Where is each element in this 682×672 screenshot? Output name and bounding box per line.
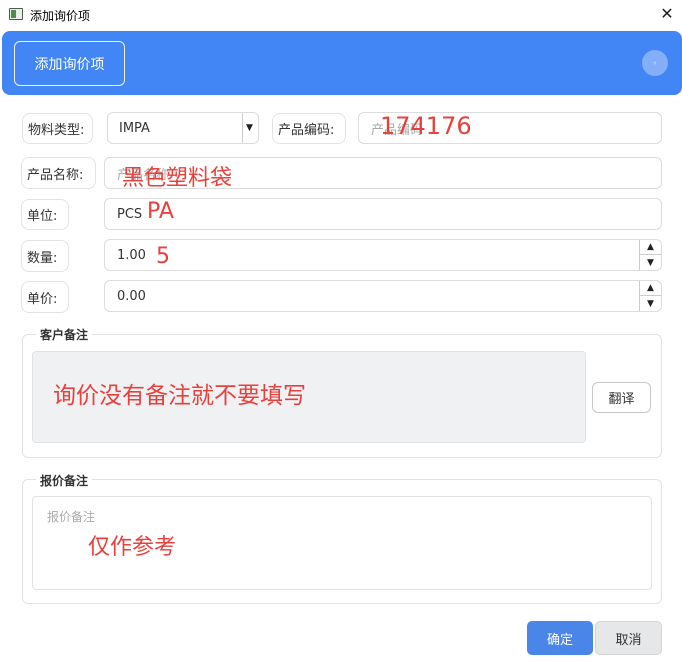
unit-value: PCS bbox=[117, 206, 143, 222]
customer-note-title: 客户备注 bbox=[36, 326, 93, 343]
ok-button[interactable]: 确定 bbox=[527, 621, 593, 655]
product-name-annotation: 黑色塑料袋 bbox=[122, 166, 233, 191]
material-type-label: 物料类型: bbox=[22, 113, 93, 144]
add-inquiry-item-button[interactable]: 添加询价项 bbox=[14, 41, 125, 86]
quantity-label: 数量: bbox=[21, 240, 69, 272]
unit-price-value: 0.00 bbox=[117, 288, 146, 304]
stepper-down-icon[interactable]: ▼ bbox=[640, 296, 661, 311]
product-code-annotation: 174176 bbox=[380, 112, 472, 140]
app-icon bbox=[9, 8, 23, 20]
unit-price-stepper-buttons: ▲ ▼ bbox=[639, 281, 661, 311]
quote-note-annotation: 仅作参考 bbox=[88, 535, 177, 560]
unit-price-label: 单价: bbox=[21, 281, 69, 313]
translate-button[interactable]: 翻译 bbox=[592, 382, 651, 413]
unit-price-stepper[interactable]: 0.00 ▲ ▼ bbox=[104, 280, 662, 312]
close-icon[interactable]: ✕ bbox=[658, 4, 676, 24]
stepper-up-icon[interactable]: ▲ bbox=[640, 240, 661, 255]
quote-note-title: 报价备注 bbox=[36, 472, 93, 489]
quantity-stepper-buttons: ▲ ▼ bbox=[639, 240, 661, 270]
window-title-bar bbox=[0, 0, 682, 30]
product-code-label: 产品编码: bbox=[272, 113, 346, 144]
status-indicator-icon[interactable]: ◦ bbox=[642, 50, 668, 76]
chevron-down-icon[interactable]: ▼ bbox=[242, 113, 256, 143]
material-type-select[interactable]: IMPA ▼ bbox=[107, 112, 259, 144]
window-title: 添加询价项 bbox=[30, 9, 91, 23]
unit-input[interactable]: PCS bbox=[104, 198, 662, 230]
unit-annotation: PA bbox=[147, 199, 174, 224]
indicator-glyph: ◦ bbox=[652, 58, 658, 68]
quote-note-placeholder: 报价备注 bbox=[47, 510, 96, 524]
cancel-button[interactable]: 取消 bbox=[595, 621, 662, 655]
quantity-stepper[interactable]: 1.00 ▲ ▼ bbox=[104, 239, 662, 271]
stepper-up-icon[interactable]: ▲ bbox=[640, 281, 661, 296]
material-type-value: IMPA bbox=[119, 120, 150, 136]
customer-note-annotation: 询价没有备注就不要填写 bbox=[53, 383, 306, 409]
unit-label: 单位: bbox=[21, 199, 69, 230]
quantity-value: 1.00 bbox=[117, 247, 146, 263]
product-name-label: 产品名称: bbox=[21, 157, 96, 189]
quantity-annotation: 5 bbox=[156, 244, 170, 269]
stepper-down-icon[interactable]: ▼ bbox=[640, 255, 661, 270]
